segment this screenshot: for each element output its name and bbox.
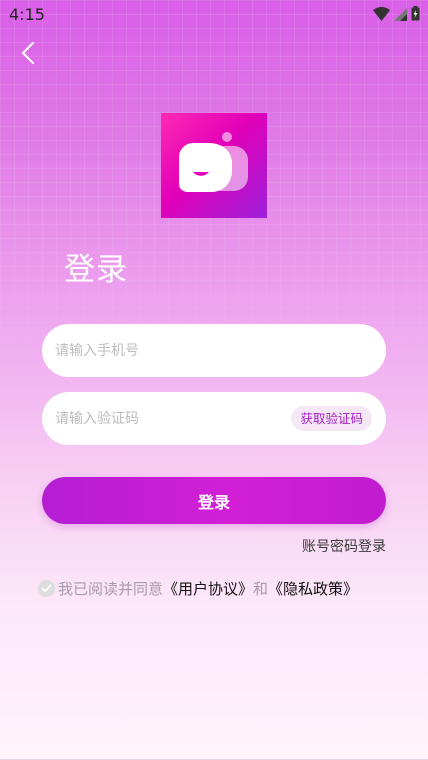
battery-icon — [411, 5, 420, 25]
agreement-and: 和 — [253, 579, 269, 598]
code-input-container: 获取验证码 — [42, 392, 386, 445]
agreement-row: 我已阅读并同意 《用户协议》 和 《隐私政策》 — [38, 578, 358, 598]
password-login-link[interactable]: 账号密码登录 — [302, 536, 386, 556]
login-screen: 4:15 登录 获取验证码 登 — [0, 0, 428, 760]
phone-input-container — [42, 324, 386, 377]
status-time: 4:15 — [9, 5, 45, 24]
verification-code-input[interactable] — [55, 392, 275, 445]
agreement-prefix: 我已阅读并同意 — [58, 579, 164, 598]
user-agreement-link[interactable]: 《用户协议》 — [163, 578, 253, 599]
page-title: 登录 — [64, 252, 128, 288]
back-button[interactable] — [14, 40, 42, 70]
app-logo — [161, 113, 267, 218]
status-icons — [373, 5, 420, 25]
cell-signal-icon — [394, 6, 407, 25]
wifi-icon — [373, 6, 390, 25]
privacy-policy-link[interactable]: 《隐私政策》 — [268, 578, 358, 599]
check-icon — [41, 584, 52, 592]
chat-bubble-logo — [179, 132, 248, 192]
phone-input[interactable] — [55, 324, 373, 377]
agreement-checkbox[interactable] — [38, 579, 55, 597]
login-button[interactable]: 登录 — [42, 477, 386, 524]
status-bar: 4:15 — [0, 0, 428, 30]
chevron-left-icon — [21, 41, 35, 69]
get-code-button[interactable]: 获取验证码 — [291, 406, 372, 431]
